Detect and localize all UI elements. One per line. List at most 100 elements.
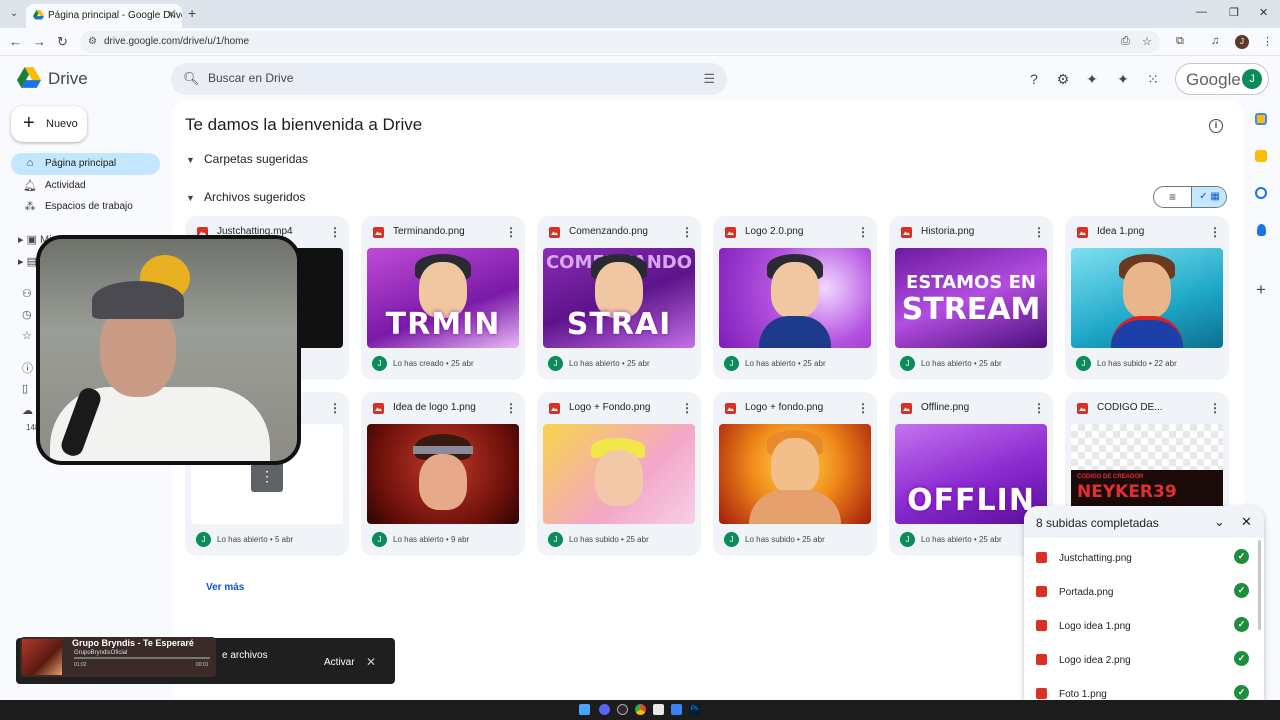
- suggested-files-toggle[interactable]: ▼ Archivos sugeridos: [186, 190, 305, 204]
- shortcuts-icon[interactable]: ✦: [1083, 71, 1101, 88]
- search-options-icon[interactable]: ☰: [703, 71, 715, 87]
- see-more-link[interactable]: Ver más: [206, 582, 244, 593]
- more-options-icon[interactable]: ⋮: [681, 225, 693, 239]
- now-playing-widget: Grupo Bryndis - Te Esperaré GrupoBryndis…: [20, 637, 216, 677]
- more-options-icon[interactable]: ⋮: [857, 225, 869, 239]
- tab-close-icon[interactable]: ✕: [167, 8, 176, 21]
- recent-clock-icon[interactable]: ◷: [22, 308, 32, 321]
- help-icon[interactable]: ?: [1025, 71, 1043, 87]
- account-switcher[interactable]: Google J: [1175, 63, 1269, 95]
- upload-item[interactable]: Logo idea 1.png ✓: [1024, 608, 1264, 642]
- sidebar-item-label: Espacios de trabajo: [45, 201, 133, 212]
- new-tab-plus-icon[interactable]: +: [188, 5, 196, 21]
- upload-item[interactable]: Portada.png ✓: [1024, 574, 1264, 608]
- minimize-icon[interactable]: —: [1196, 6, 1207, 18]
- starred-icon[interactable]: ☆: [22, 329, 32, 342]
- info-icon[interactable]: i: [1209, 119, 1223, 133]
- contacts-icon[interactable]: [1257, 224, 1266, 236]
- photoshop-icon[interactable]: Ps: [689, 704, 700, 715]
- more-options-icon[interactable]: ⋮: [1033, 401, 1045, 415]
- site-info-icon[interactable]: ⚙: [88, 36, 97, 47]
- drive-logo-icon[interactable]: [17, 67, 41, 89]
- uploads-panel: 8 subidas completadas ⌄ ✕ Justchatting.p…: [1024, 506, 1264, 700]
- sidebar-item-computers-partial[interactable]: ▸ ▤: [18, 255, 37, 268]
- extensions-icon[interactable]: ⧉: [1176, 35, 1184, 48]
- tab-list-chevron-icon[interactable]: ⌄: [6, 6, 22, 22]
- browser-profile-avatar[interactable]: J: [1235, 35, 1249, 49]
- more-options-icon[interactable]: ⋮: [1033, 225, 1045, 239]
- more-options-icon[interactable]: ⋮: [857, 401, 869, 415]
- file-card[interactable]: Terminando.png ⋮ TRMIN J Lo has creado •…: [361, 216, 525, 380]
- keep-icon[interactable]: [1255, 150, 1267, 162]
- chrome-icon[interactable]: [635, 704, 646, 715]
- more-options-icon[interactable]: ⋮: [1209, 225, 1221, 239]
- file-name: Offline.png: [921, 402, 970, 413]
- account-avatar[interactable]: J: [1242, 69, 1262, 89]
- grid-view-icon[interactable]: ✓ ▦: [1191, 187, 1226, 207]
- gemini-sparkle-icon[interactable]: ✦: [1114, 71, 1132, 88]
- upload-item[interactable]: Logo idea 2.png ✓: [1024, 642, 1264, 676]
- activate-button[interactable]: Activar: [324, 657, 355, 668]
- sidebar-item-home[interactable]: ⌂ Página principal: [11, 153, 160, 175]
- new-button[interactable]: + Nuevo: [11, 106, 87, 142]
- sidebar-item-workspaces[interactable]: ⁂ Espacios de trabajo: [11, 196, 160, 218]
- restore-icon[interactable]: ❐: [1229, 6, 1239, 19]
- more-options-icon[interactable]: ⋮: [1209, 401, 1221, 415]
- file-card[interactable]: Logo + fondo.png ⋮ J Lo has subido • 25 …: [713, 392, 877, 556]
- app-icon[interactable]: [671, 704, 682, 715]
- upload-item[interactable]: Foto 1.png ✓: [1024, 676, 1264, 700]
- trash-icon[interactable]: ▯: [22, 382, 28, 395]
- browser-menu-icon[interactable]: ⋮: [1262, 35, 1273, 48]
- search-input[interactable]: [208, 71, 668, 85]
- shared-icon[interactable]: ⚇: [22, 287, 32, 300]
- more-options-icon[interactable]: ⋮: [329, 401, 341, 415]
- more-options-icon[interactable]: ⋮: [329, 225, 341, 239]
- file-explorer-icon[interactable]: [653, 704, 664, 715]
- get-addons-plus-icon[interactable]: +: [1252, 280, 1270, 300]
- apps-grid-icon[interactable]: ⁙: [1144, 71, 1162, 88]
- calendar-icon[interactable]: [1255, 113, 1267, 125]
- file-card[interactable]: Comenzando.png ⋮ COMENZANDO STRAI J Lo h…: [537, 216, 701, 380]
- settings-gear-icon[interactable]: ⚙: [1054, 71, 1072, 88]
- list-view-icon[interactable]: ≡: [1154, 187, 1191, 207]
- spam-icon[interactable]: ⓘ: [22, 360, 33, 376]
- check-icon: ✓: [1234, 651, 1249, 666]
- more-options-icon[interactable]: ⋮: [505, 225, 517, 239]
- more-options-icon[interactable]: ⋮: [681, 401, 693, 415]
- owner-avatar: J: [724, 532, 739, 547]
- search-bar[interactable]: 🔍︎ ☰: [171, 63, 727, 95]
- uploads-header: 8 subidas completadas ⌄ ✕: [1024, 506, 1264, 538]
- tasks-icon[interactable]: [1255, 187, 1267, 199]
- storage-cloud-icon[interactable]: ☁: [22, 404, 33, 417]
- windows-start-icon[interactable]: [579, 704, 590, 715]
- suggested-folders-toggle[interactable]: ▼ Carpetas sugeridas: [186, 152, 308, 166]
- file-card[interactable]: Logo 2.0.png ⋮ J Lo has abierto • 25 abr: [713, 216, 877, 380]
- snackbar-close-icon[interactable]: ✕: [366, 655, 376, 669]
- file-card[interactable]: Logo + Fondo.png ⋮ J Lo has subido • 25 …: [537, 392, 701, 556]
- app-name[interactable]: Drive: [48, 69, 88, 89]
- url-bar[interactable]: ⚙ drive.google.com/drive/u/1/home: [80, 31, 1160, 53]
- file-card[interactable]: Idea 1.png ⋮ J Lo has subido • 22 abr: [1065, 216, 1229, 380]
- browser-tab-drive[interactable]: Página principal - Google Drive ✕: [26, 4, 182, 28]
- upload-item[interactable]: Justchatting.png ✓: [1024, 540, 1264, 574]
- discord-icon[interactable]: [599, 704, 610, 715]
- view-toggle[interactable]: ≡ ✓ ▦: [1153, 186, 1227, 208]
- media-icon[interactable]: ♫: [1211, 35, 1219, 47]
- owner-avatar: J: [548, 532, 563, 547]
- close-window-icon[interactable]: ✕: [1259, 6, 1268, 19]
- close-icon[interactable]: ✕: [1241, 514, 1252, 530]
- install-app-icon[interactable]: ⎙: [1121, 35, 1130, 48]
- file-card[interactable]: Historia.png ⋮ ESTAMOS EN STREAM J Lo ha…: [889, 216, 1053, 380]
- sidebar-item-activity[interactable]: 🔔︎ Actividad: [11, 175, 160, 197]
- uploads-scrollbar[interactable]: [1258, 540, 1261, 630]
- file-activity: Lo has abierto • 25 abr: [745, 359, 826, 368]
- back-arrow-icon[interactable]: ←: [9, 34, 22, 49]
- bookmark-star-icon[interactable]: ☆: [1142, 35, 1152, 48]
- forward-arrow-icon[interactable]: →: [33, 34, 46, 49]
- file-card[interactable]: Idea de logo 1.png ⋮ J Lo has abierto • …: [361, 392, 525, 556]
- obs-icon[interactable]: [617, 704, 628, 715]
- collapse-chevron-icon[interactable]: ⌄: [1214, 514, 1225, 530]
- more-options-icon[interactable]: ⋮: [505, 401, 517, 415]
- search-icon[interactable]: 🔍︎: [183, 71, 200, 87]
- reload-icon[interactable]: ↻: [57, 34, 68, 50]
